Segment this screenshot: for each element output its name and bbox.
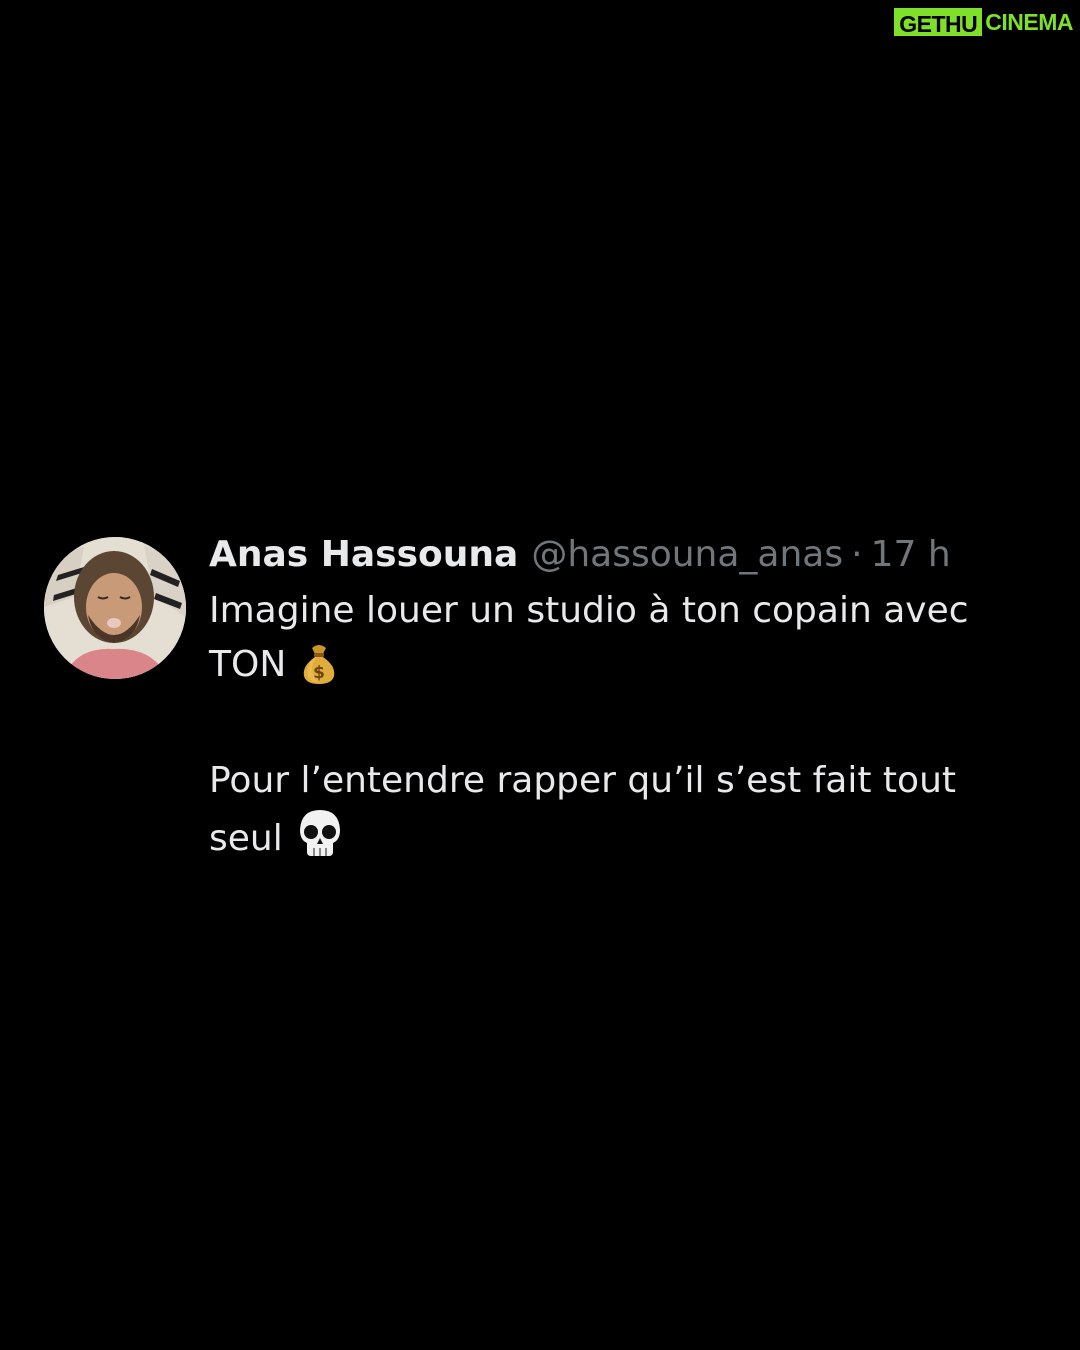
watermark-part2: CINEMA — [985, 9, 1073, 35]
tweet-text-line-4: Pour l’entendre rapper qu’il s’est fait … — [209, 760, 956, 801]
tweet-text-line: TON $ — [209, 638, 1009, 700]
avatar-photo — [44, 537, 186, 679]
tweet-text-line-1: Imagine louer un studio à ton copain ave… — [209, 590, 969, 631]
tweet-text-line-2: TON — [209, 644, 287, 685]
user-handle[interactable]: @hassouna_anas — [531, 532, 843, 578]
tweet-timestamp[interactable]: 17 h — [871, 532, 951, 578]
tweet-text-line: Pour l’entendre rapper qu’il s’est fait … — [209, 754, 1009, 808]
money-bag-icon: $ — [300, 642, 338, 700]
gethu-cinema-watermark-logo: GETHU CINEMA — [894, 8, 1076, 37]
tweet-header: Anas Hassouna @hassouna_anas · 17 h — [209, 532, 1009, 578]
watermark-part1: GETHU — [894, 8, 983, 37]
tweet-text: Imagine louer un studio à ton copain ave… — [209, 584, 1009, 874]
svg-text:$: $ — [313, 663, 325, 683]
tweet-body: Anas Hassouna @hassouna_anas · 17 h Imag… — [209, 532, 1009, 874]
tweet-screenshot-page: GETHU CINEMA Anas Hassouna @hassouna_ana… — [0, 0, 1080, 1350]
display-name[interactable]: Anas Hassouna — [209, 532, 518, 578]
tweet[interactable]: Anas Hassouna @hassouna_anas · 17 h Imag… — [44, 532, 1044, 874]
tweet-text-line: Imagine louer un studio à ton copain ave… — [209, 584, 1009, 638]
tweet-text-line-5: seul — [209, 818, 283, 859]
tweet-text-line: seul — [209, 808, 1009, 874]
avatar[interactable] — [44, 537, 186, 679]
skull-icon — [297, 808, 343, 874]
separator-dot: · — [851, 534, 863, 575]
